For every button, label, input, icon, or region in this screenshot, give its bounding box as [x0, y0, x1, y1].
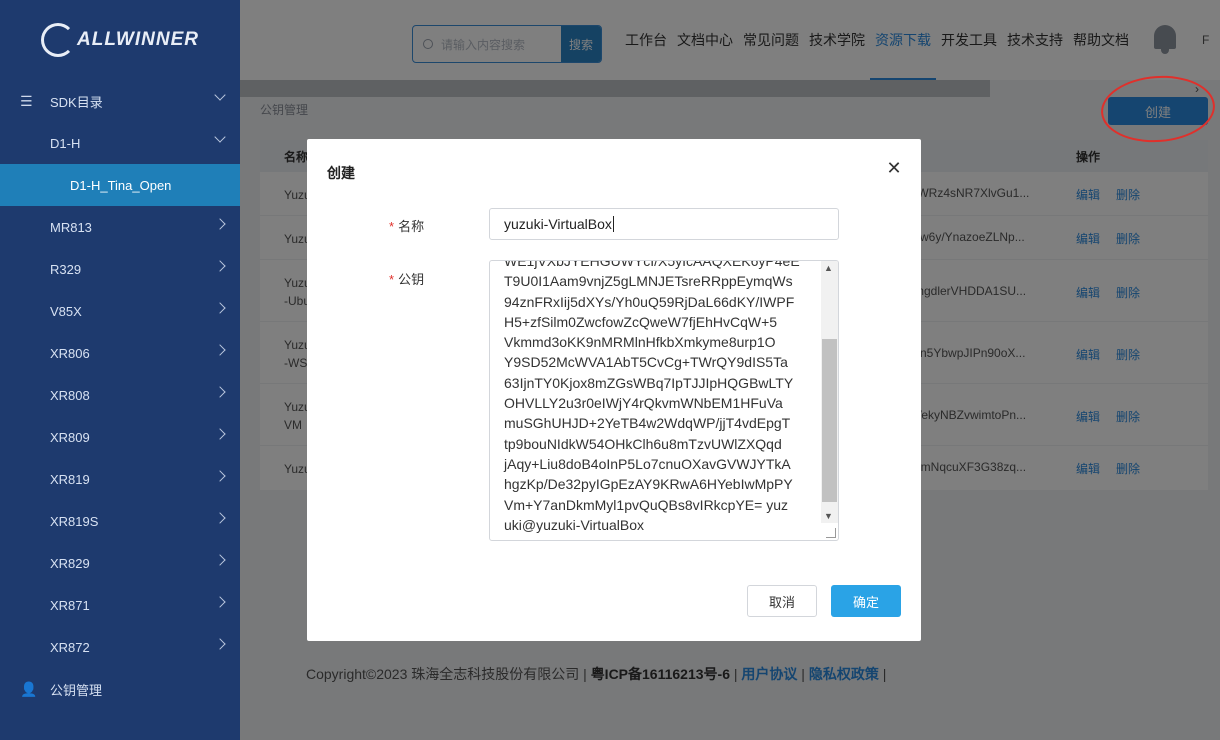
list-icon: ☰	[20, 93, 33, 109]
sidebar-item-xr808[interactable]: XR808	[0, 374, 240, 416]
chevron-right-icon	[214, 344, 226, 356]
confirm-button[interactable]: 确定	[831, 585, 901, 617]
name-input-value: yuzuki-VirtualBox	[504, 216, 612, 232]
sidebar-item-label: XR806	[50, 345, 90, 361]
sidebar-item-label: XR809	[50, 429, 90, 445]
sidebar-item-label: XR871	[50, 597, 90, 613]
chevron-right-icon	[214, 512, 226, 524]
chevron-right-icon	[214, 260, 226, 272]
sidebar-item-sdk[interactable]: ☰ SDK目录	[0, 80, 240, 122]
sidebar-item-label: 公钥管理	[50, 682, 103, 698]
cancel-button[interactable]: 取消	[747, 585, 817, 617]
sidebar-item-d1h[interactable]: D1-H	[0, 122, 240, 164]
key-label: * 公钥	[389, 269, 424, 288]
chevron-down-icon	[214, 131, 226, 143]
public-key-value: WE1jVXbJYEHGUWYcI/X5yIcAAQXEK6yP4eE T9U0…	[504, 260, 800, 533]
sidebar-item-label: D1-H_Tina_Open	[70, 177, 172, 193]
text-caret	[612, 216, 614, 232]
public-key-textarea[interactable]: WE1jVXbJYEHGUWYcI/X5yIcAAQXEK6yP4eE T9U0…	[489, 260, 839, 541]
dialog-title: 创建	[327, 165, 355, 181]
sidebar-item-mr813[interactable]: MR813	[0, 206, 240, 248]
chevron-right-icon	[214, 638, 226, 650]
sidebar-item-xr819[interactable]: XR819	[0, 458, 240, 500]
user-key-icon: 👤	[20, 681, 38, 697]
sidebar-item-label: V85X	[50, 303, 82, 319]
chevron-right-icon	[214, 470, 226, 482]
sidebar-item-label: XR829	[50, 555, 90, 571]
key-label-text: 公钥	[398, 272, 425, 287]
sidebar-item-label: MR813	[50, 219, 92, 235]
sidebar: ALLWINNER ☰ SDK目录 D1-H D1-H_Tina_Open MR…	[0, 0, 240, 740]
create-key-dialog: 创建 ✕ * 名称 yuzuki-VirtualBox * 公钥 WE1jVXbJY…	[307, 139, 921, 641]
sidebar-item-label: D1-H	[50, 135, 81, 151]
sidebar-item-label: XR808	[50, 387, 90, 403]
chevron-right-icon	[214, 218, 226, 230]
sidebar-item-label: XR819S	[50, 513, 99, 529]
logo[interactable]: ALLWINNER	[0, 0, 240, 80]
scroll-down-icon[interactable]: ▼	[824, 511, 833, 521]
sidebar-item-key-management[interactable]: 👤 公钥管理	[0, 668, 240, 710]
name-label: * 名称	[389, 216, 424, 235]
scrollbar-thumb[interactable]	[822, 339, 837, 502]
sidebar-item-xr806[interactable]: XR806	[0, 332, 240, 374]
logo-text: ALLWINNER	[77, 29, 199, 50]
sidebar-item-d1h-tina-open[interactable]: D1-H_Tina_Open	[0, 164, 240, 206]
textarea-scrollbar[interactable]: ▲ ▼	[821, 261, 838, 523]
scroll-up-icon[interactable]: ▲	[824, 263, 833, 273]
sidebar-item-label: R329	[50, 261, 82, 277]
sidebar-item-r329[interactable]: R329	[0, 248, 240, 290]
sidebar-item-xr819s[interactable]: XR819S	[0, 500, 240, 542]
name-input[interactable]: yuzuki-VirtualBox	[489, 208, 839, 240]
chevron-right-icon	[214, 302, 226, 314]
sidebar-item-xr809[interactable]: XR809	[0, 416, 240, 458]
sidebar-item-xr871[interactable]: XR871	[0, 584, 240, 626]
sidebar-item-label: XR872	[50, 639, 90, 655]
name-label-text: 名称	[398, 219, 425, 234]
sidebar-item-label: SDK目录	[50, 94, 103, 110]
close-icon[interactable]: ✕	[885, 159, 903, 177]
logo-ring-icon	[41, 23, 76, 57]
resize-grip-icon[interactable]	[826, 528, 836, 538]
sidebar-item-xr829[interactable]: XR829	[0, 542, 240, 584]
sidebar-item-label: XR819	[50, 471, 90, 487]
sidebar-item-v85x[interactable]: V85X	[0, 290, 240, 332]
sidebar-item-xr872[interactable]: XR872	[0, 626, 240, 668]
chevron-right-icon	[214, 554, 226, 566]
chevron-right-icon	[214, 386, 226, 398]
required-marker: *	[389, 219, 395, 234]
chevron-right-icon	[214, 596, 226, 608]
required-marker: *	[389, 272, 395, 287]
chevron-right-icon	[214, 428, 226, 440]
allwinner-logo: ALLWINNER	[41, 23, 199, 57]
chevron-down-icon	[214, 89, 226, 101]
